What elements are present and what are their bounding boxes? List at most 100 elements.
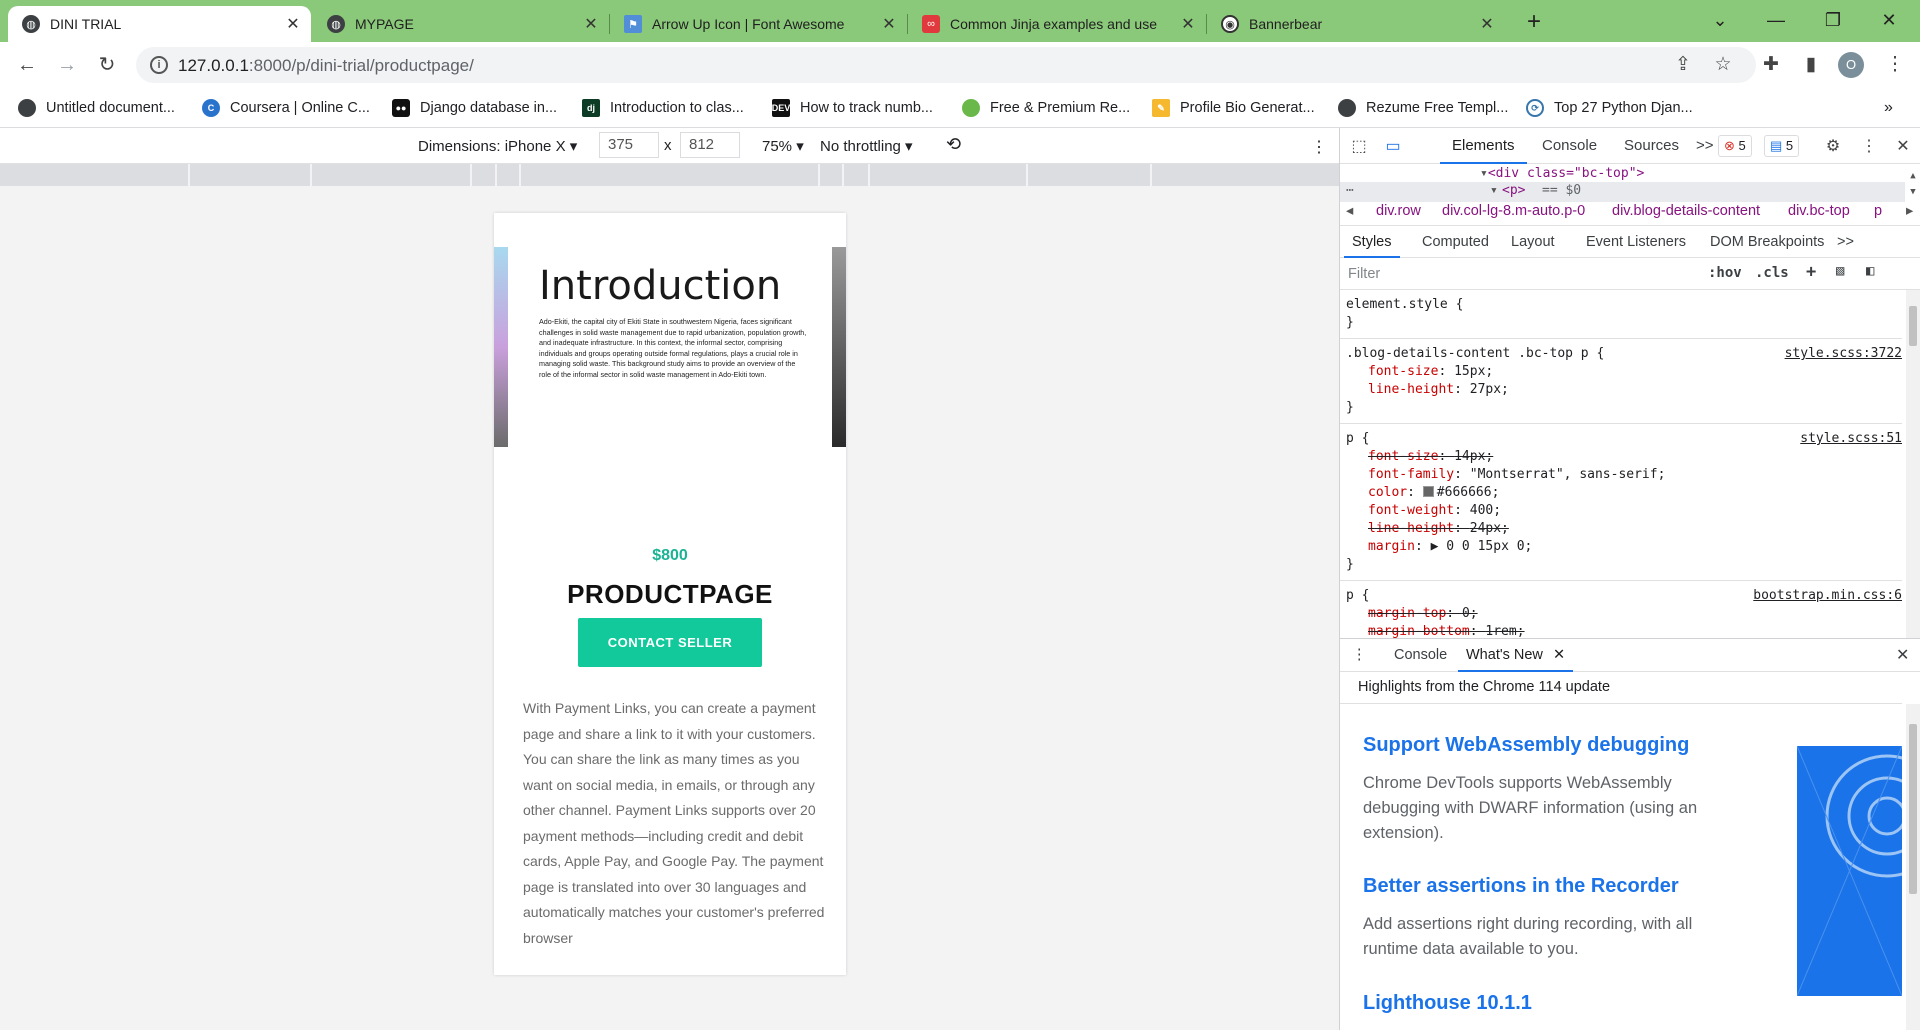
style-property[interactable]: font-family: "Montserrat", sans-serif; <box>1346 466 1896 484</box>
drawer-tab-whats-new[interactable]: What's New ✕ <box>1458 639 1574 672</box>
device-toggle-icon[interactable]: ▭ <box>1382 136 1404 158</box>
plus-icon[interactable]: + <box>1806 262 1816 282</box>
share-icon[interactable]: ⇪ <box>1668 50 1698 80</box>
gear-icon[interactable]: ⚙ <box>1822 136 1844 158</box>
address-bar[interactable]: i 127.0.0.1:8000/p/dini-trial/productpag… <box>136 47 1756 83</box>
star-icon[interactable]: ☆ <box>1708 50 1738 80</box>
hov-toggle[interactable]: :hov <box>1708 265 1742 281</box>
reload-button[interactable]: ↻ <box>92 50 122 80</box>
style-property[interactable]: margin-top: 0; <box>1346 605 1896 623</box>
style-property[interactable]: font-weight: 400; <box>1346 502 1896 520</box>
whats-new-scrollbar[interactable] <box>1906 704 1920 1030</box>
kebab-menu-icon[interactable]: ⋮ <box>1858 136 1880 158</box>
bookmark-item[interactable]: ●● Django database in... <box>392 88 557 128</box>
dom-scroll-arrows[interactable]: ▲ ▼ <box>1905 168 1920 202</box>
avatar[interactable]: O <box>1838 52 1864 78</box>
width-input[interactable]: 375 <box>599 132 659 158</box>
close-icon[interactable]: ✕ <box>285 14 301 34</box>
bookmarks-overflow-icon[interactable]: » <box>1884 88 1893 128</box>
close-drawer-icon[interactable]: ✕ <box>1896 639 1909 672</box>
zoom-dropdown[interactable]: 75% ▾ <box>762 137 804 155</box>
tab-event-listeners[interactable]: Event Listeners <box>1578 226 1694 258</box>
more-subtabs-button[interactable]: >> <box>1837 226 1854 258</box>
breadcrumb-item[interactable]: p <box>1874 203 1882 219</box>
dimensions-dropdown[interactable]: Dimensions: iPhone X ▾ <box>418 137 577 155</box>
browser-tab[interactable]: ⚑ Arrow Up Icon | Font Awesome ✕ <box>610 6 907 42</box>
rotate-icon[interactable]: ⟲ <box>946 134 961 155</box>
close-icon[interactable]: ✕ <box>1892 136 1914 158</box>
bookmark-item[interactable]: DEV How to track numb... <box>772 88 933 128</box>
sidebar-toggle-icon[interactable]: ◧ <box>1866 263 1874 279</box>
bookmark-item[interactable]: C Coursera | Online C... <box>202 88 370 128</box>
menu-icon[interactable]: ⋮ <box>1880 50 1910 80</box>
tab-styles[interactable]: Styles <box>1344 226 1400 258</box>
browser-tab[interactable]: ∞ Common Jinja examples and use ✕ <box>908 6 1206 42</box>
cls-toggle[interactable]: .cls <box>1755 265 1789 281</box>
bookmark-item[interactable]: ⟳ Top 27 Python Djan... <box>1526 88 1693 128</box>
style-property[interactable]: color: #666666; <box>1346 484 1896 502</box>
whats-new-link[interactable]: Support WebAssembly debugging <box>1363 734 1743 757</box>
browser-tab[interactable]: ◍ DINI TRIAL ✕ <box>8 6 311 42</box>
style-rule[interactable]: element.style { } <box>1340 290 1902 339</box>
bookmark-item[interactable]: dj Introduction to clas... <box>582 88 744 128</box>
tab-dom-breakpoints[interactable]: DOM Breakpoints <box>1702 226 1832 258</box>
throttling-dropdown[interactable]: No throttling ▾ <box>820 137 913 155</box>
styles-scrollbar[interactable] <box>1906 290 1920 638</box>
drawer-menu-icon[interactable]: ⋮ <box>1352 639 1367 672</box>
color-swatch[interactable] <box>1422 486 1434 497</box>
tab-search-chevron-icon[interactable]: ⌄ <box>1700 4 1740 36</box>
browser-tab[interactable]: ◍ MYPAGE ✕ <box>313 6 609 42</box>
close-icon[interactable]: ✕ <box>1180 14 1196 34</box>
browser-tab[interactable]: ◉ Bannerbear ✕ <box>1207 6 1505 42</box>
whats-new-link[interactable]: Lighthouse 10.1.1 <box>1363 992 1743 1015</box>
side-panel-icon[interactable]: ▮ <box>1796 50 1826 80</box>
extensions-icon[interactable]: ✚ <box>1756 50 1786 80</box>
styles-filter-input[interactable]: Filter <box>1348 266 1380 282</box>
tab-console[interactable]: Console <box>1530 128 1609 164</box>
style-property[interactable]: line-height: 24px; <box>1346 520 1896 538</box>
error-badge[interactable]: ⊗ 5 <box>1718 135 1752 157</box>
close-icon[interactable]: ✕ <box>583 14 599 34</box>
restore-button[interactable]: ❐ <box>1813 4 1853 36</box>
bookmark-item[interactable]: Untitled document... <box>18 88 175 128</box>
contact-seller-button[interactable]: CONTACT SELLER <box>578 618 762 667</box>
style-rule[interactable]: p { bootstrap.min.css:6 margin-top: 0; m… <box>1340 581 1902 638</box>
bookmark-item[interactable]: Free & Premium Re... <box>962 88 1130 128</box>
breadcrumb-item[interactable]: div.col-lg-8.m-auto.p-0 <box>1442 203 1585 219</box>
breadcrumb-item[interactable]: div.row <box>1376 203 1421 219</box>
style-rule[interactable]: .blog-details-content .bc-top p { style.… <box>1340 339 1902 424</box>
close-icon[interactable]: ✕ <box>881 14 897 34</box>
tab-sources[interactable]: Sources <box>1612 128 1691 164</box>
tab-layout[interactable]: Layout <box>1503 226 1563 258</box>
tab-computed[interactable]: Computed <box>1414 226 1497 258</box>
rule-source-link[interactable]: bootstrap.min.css:6 <box>1753 587 1902 605</box>
dom-line[interactable]: ▾<div class="bc-top"> <box>1480 166 1644 181</box>
bookmark-item[interactable]: Rezume Free Templ... <box>1338 88 1508 128</box>
close-icon[interactable]: ✕ <box>1553 647 1565 663</box>
style-property[interactable]: margin: ▶ 0 0 15px 0; <box>1346 538 1896 556</box>
breadcrumb-left-icon[interactable]: ◂ <box>1346 203 1353 219</box>
rule-source-link[interactable]: style.scss:51 <box>1800 430 1902 448</box>
tab-elements[interactable]: Elements <box>1440 128 1527 164</box>
breadcrumb-item[interactable]: div.blog-details-content <box>1612 203 1760 219</box>
bookmark-item[interactable]: ✎ Profile Bio Generat... <box>1152 88 1315 128</box>
style-property[interactable]: line-height: 27px; <box>1346 381 1896 399</box>
url-text[interactable]: 127.0.0.1:8000/p/dini-trial/productpage/ <box>178 56 474 76</box>
style-property[interactable]: margin-bottom: 1rem; <box>1346 623 1896 638</box>
style-property[interactable]: font-size: 14px; <box>1346 448 1896 466</box>
new-tab-button[interactable]: + <box>1519 8 1549 38</box>
back-button[interactable]: ← <box>12 50 42 80</box>
minimize-button[interactable]: — <box>1756 4 1796 36</box>
drawer-tab-console[interactable]: Console <box>1386 639 1455 672</box>
rule-source-link[interactable]: style.scss:3722 <box>1785 345 1902 363</box>
whats-new-link[interactable]: Better assertions in the Recorder <box>1363 875 1743 898</box>
forward-button[interactable]: → <box>52 50 82 80</box>
message-badge[interactable]: ▤ 5 <box>1764 135 1800 157</box>
paint-icon[interactable]: ▧ <box>1836 263 1844 279</box>
close-icon[interactable]: ✕ <box>1479 14 1495 34</box>
height-input[interactable]: 812 <box>680 132 740 158</box>
close-window-button[interactable]: ✕ <box>1869 4 1909 36</box>
inspect-icon[interactable]: ⬚ <box>1348 136 1370 158</box>
style-rule[interactable]: p { style.scss:51 font-size: 14px; font-… <box>1340 424 1902 581</box>
more-tabs-button[interactable]: >> <box>1696 128 1714 164</box>
